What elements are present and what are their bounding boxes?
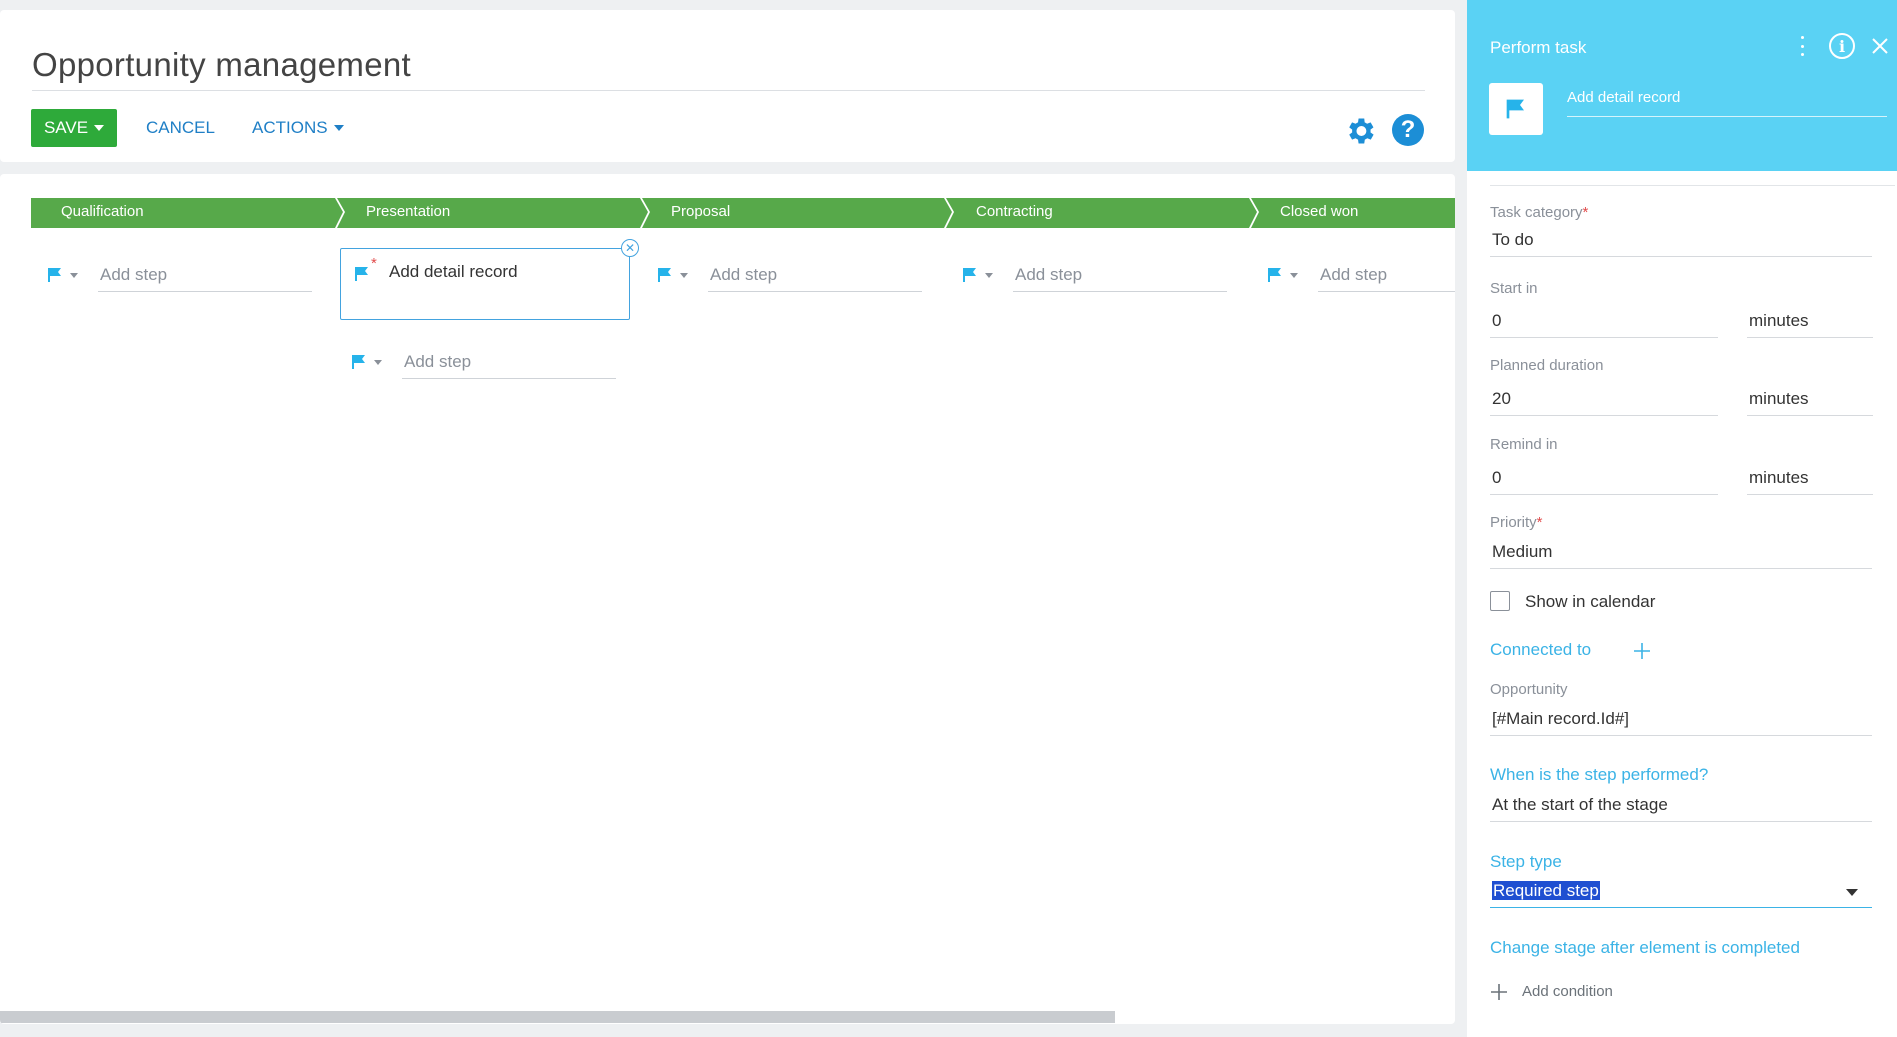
plus-icon[interactable] [1490,983,1508,1001]
when-performed-field[interactable]: At the start of the stage [1490,790,1872,822]
chevron-down-icon [333,125,344,131]
flag-icon[interactable] [350,353,368,371]
stage-contracting[interactable]: Contracting [976,203,1053,220]
remind-in-field[interactable]: 0 [1490,463,1718,495]
page-title: Opportunity management [32,46,411,83]
step-card-label: Add detail record [389,262,518,281]
add-step-row[interactable]: Add step [961,258,1227,292]
title-divider [32,90,1425,91]
step-type-select[interactable]: Required step [1490,876,1872,908]
opportunity-label: Opportunity [1490,681,1568,698]
when-performed-title: When is the step performed? [1490,765,1709,784]
save-label: SAVE [43,118,89,137]
add-step-input[interactable]: Add step [98,258,312,292]
opportunity-field[interactable]: [#Main record.Id#] [1490,704,1872,736]
help-icon[interactable]: ? [1392,114,1424,146]
start-in-label: Start in [1490,280,1538,297]
remove-step-icon[interactable]: ✕ [621,239,639,257]
add-step-row[interactable]: Add step [1266,258,1455,292]
more-options-icon[interactable] [1799,36,1805,56]
stage-qualification[interactable]: Qualification [61,203,144,220]
start-in-unit[interactable]: minutes [1747,306,1873,338]
remind-in-label: Remind in [1490,436,1558,453]
add-step-input[interactable]: Add step [1013,258,1227,292]
actions-button[interactable]: ACTIONS [252,109,344,147]
connected-to-title: Connected to [1490,640,1592,659]
chevron-down-icon[interactable] [680,272,688,278]
add-condition-link[interactable]: Add condition [1522,983,1613,1000]
save-button[interactable]: SAVE [31,109,117,147]
flag-icon[interactable] [656,266,674,284]
start-in-field[interactable]: 0 [1490,306,1718,338]
chevron-down-icon [94,125,105,131]
stages-board: Qualification Presentation Proposal Cont… [0,174,1455,1024]
stage-presentation[interactable]: Presentation [366,203,450,220]
remind-in-unit[interactable]: minutes [1747,463,1873,495]
step-type-value: Required step [1492,881,1600,900]
add-step-input[interactable]: Add step [402,345,616,379]
element-properties-panel: Perform task i Add detail record Task ca… [1467,0,1897,1037]
task-category-label: Task category* [1490,204,1589,221]
flag-icon[interactable] [1266,266,1284,284]
panel-title: Perform task [1490,38,1587,57]
planned-duration-field[interactable]: 20 [1490,384,1718,416]
required-marker: * [371,255,377,272]
planned-duration-unit[interactable]: minutes [1747,384,1873,416]
task-category-field[interactable]: To do [1490,225,1872,257]
flag-icon[interactable] [46,266,64,284]
stage-proposal[interactable]: Proposal [671,203,730,220]
element-name-input[interactable]: Add detail record [1567,89,1887,117]
flag-icon[interactable] [961,266,979,284]
planned-duration-label: Planned duration [1490,357,1604,374]
chevron-down-icon[interactable] [1846,889,1858,896]
panel-header: Perform task i Add detail record [1467,0,1897,171]
chevron-down-icon[interactable] [985,272,993,278]
step-card-add-detail-record[interactable]: * Add detail record [340,248,630,320]
close-icon[interactable] [1870,36,1890,56]
page-header: Opportunity management SAVE CANCEL ACTIO… [0,10,1455,162]
show-in-calendar-label: Show in calendar [1525,592,1656,611]
chevron-down-icon[interactable] [374,359,382,365]
flag-icon [1506,99,1524,119]
info-icon[interactable]: i [1829,33,1855,59]
change-stage-title: Change stage after element is completed [1490,938,1800,957]
gear-icon[interactable] [1343,114,1377,148]
show-in-calendar-checkbox[interactable] [1490,591,1510,611]
chevron-down-icon[interactable] [1290,272,1298,278]
add-step-input[interactable]: Add step [1318,258,1455,292]
stage-closed-won[interactable]: Closed won [1280,203,1358,220]
step-type-title: Step type [1490,852,1562,871]
add-step-row[interactable]: Add step [46,258,312,292]
priority-field[interactable]: Medium [1490,537,1872,569]
flag-icon [355,267,368,281]
chevron-down-icon[interactable] [70,272,78,278]
element-icon [1489,83,1543,135]
plus-icon[interactable] [1633,642,1651,660]
priority-label: Priority* [1490,514,1543,531]
cancel-button[interactable]: CANCEL [146,109,215,147]
add-step-row[interactable]: Add step [656,258,922,292]
actions-label: ACTIONS [252,118,328,137]
cancel-label: CANCEL [146,118,215,137]
divider [1490,185,1895,186]
add-step-input[interactable]: Add step [708,258,922,292]
add-step-row[interactable]: Add step [350,345,616,379]
horizontal-scrollbar[interactable] [0,1011,1115,1023]
